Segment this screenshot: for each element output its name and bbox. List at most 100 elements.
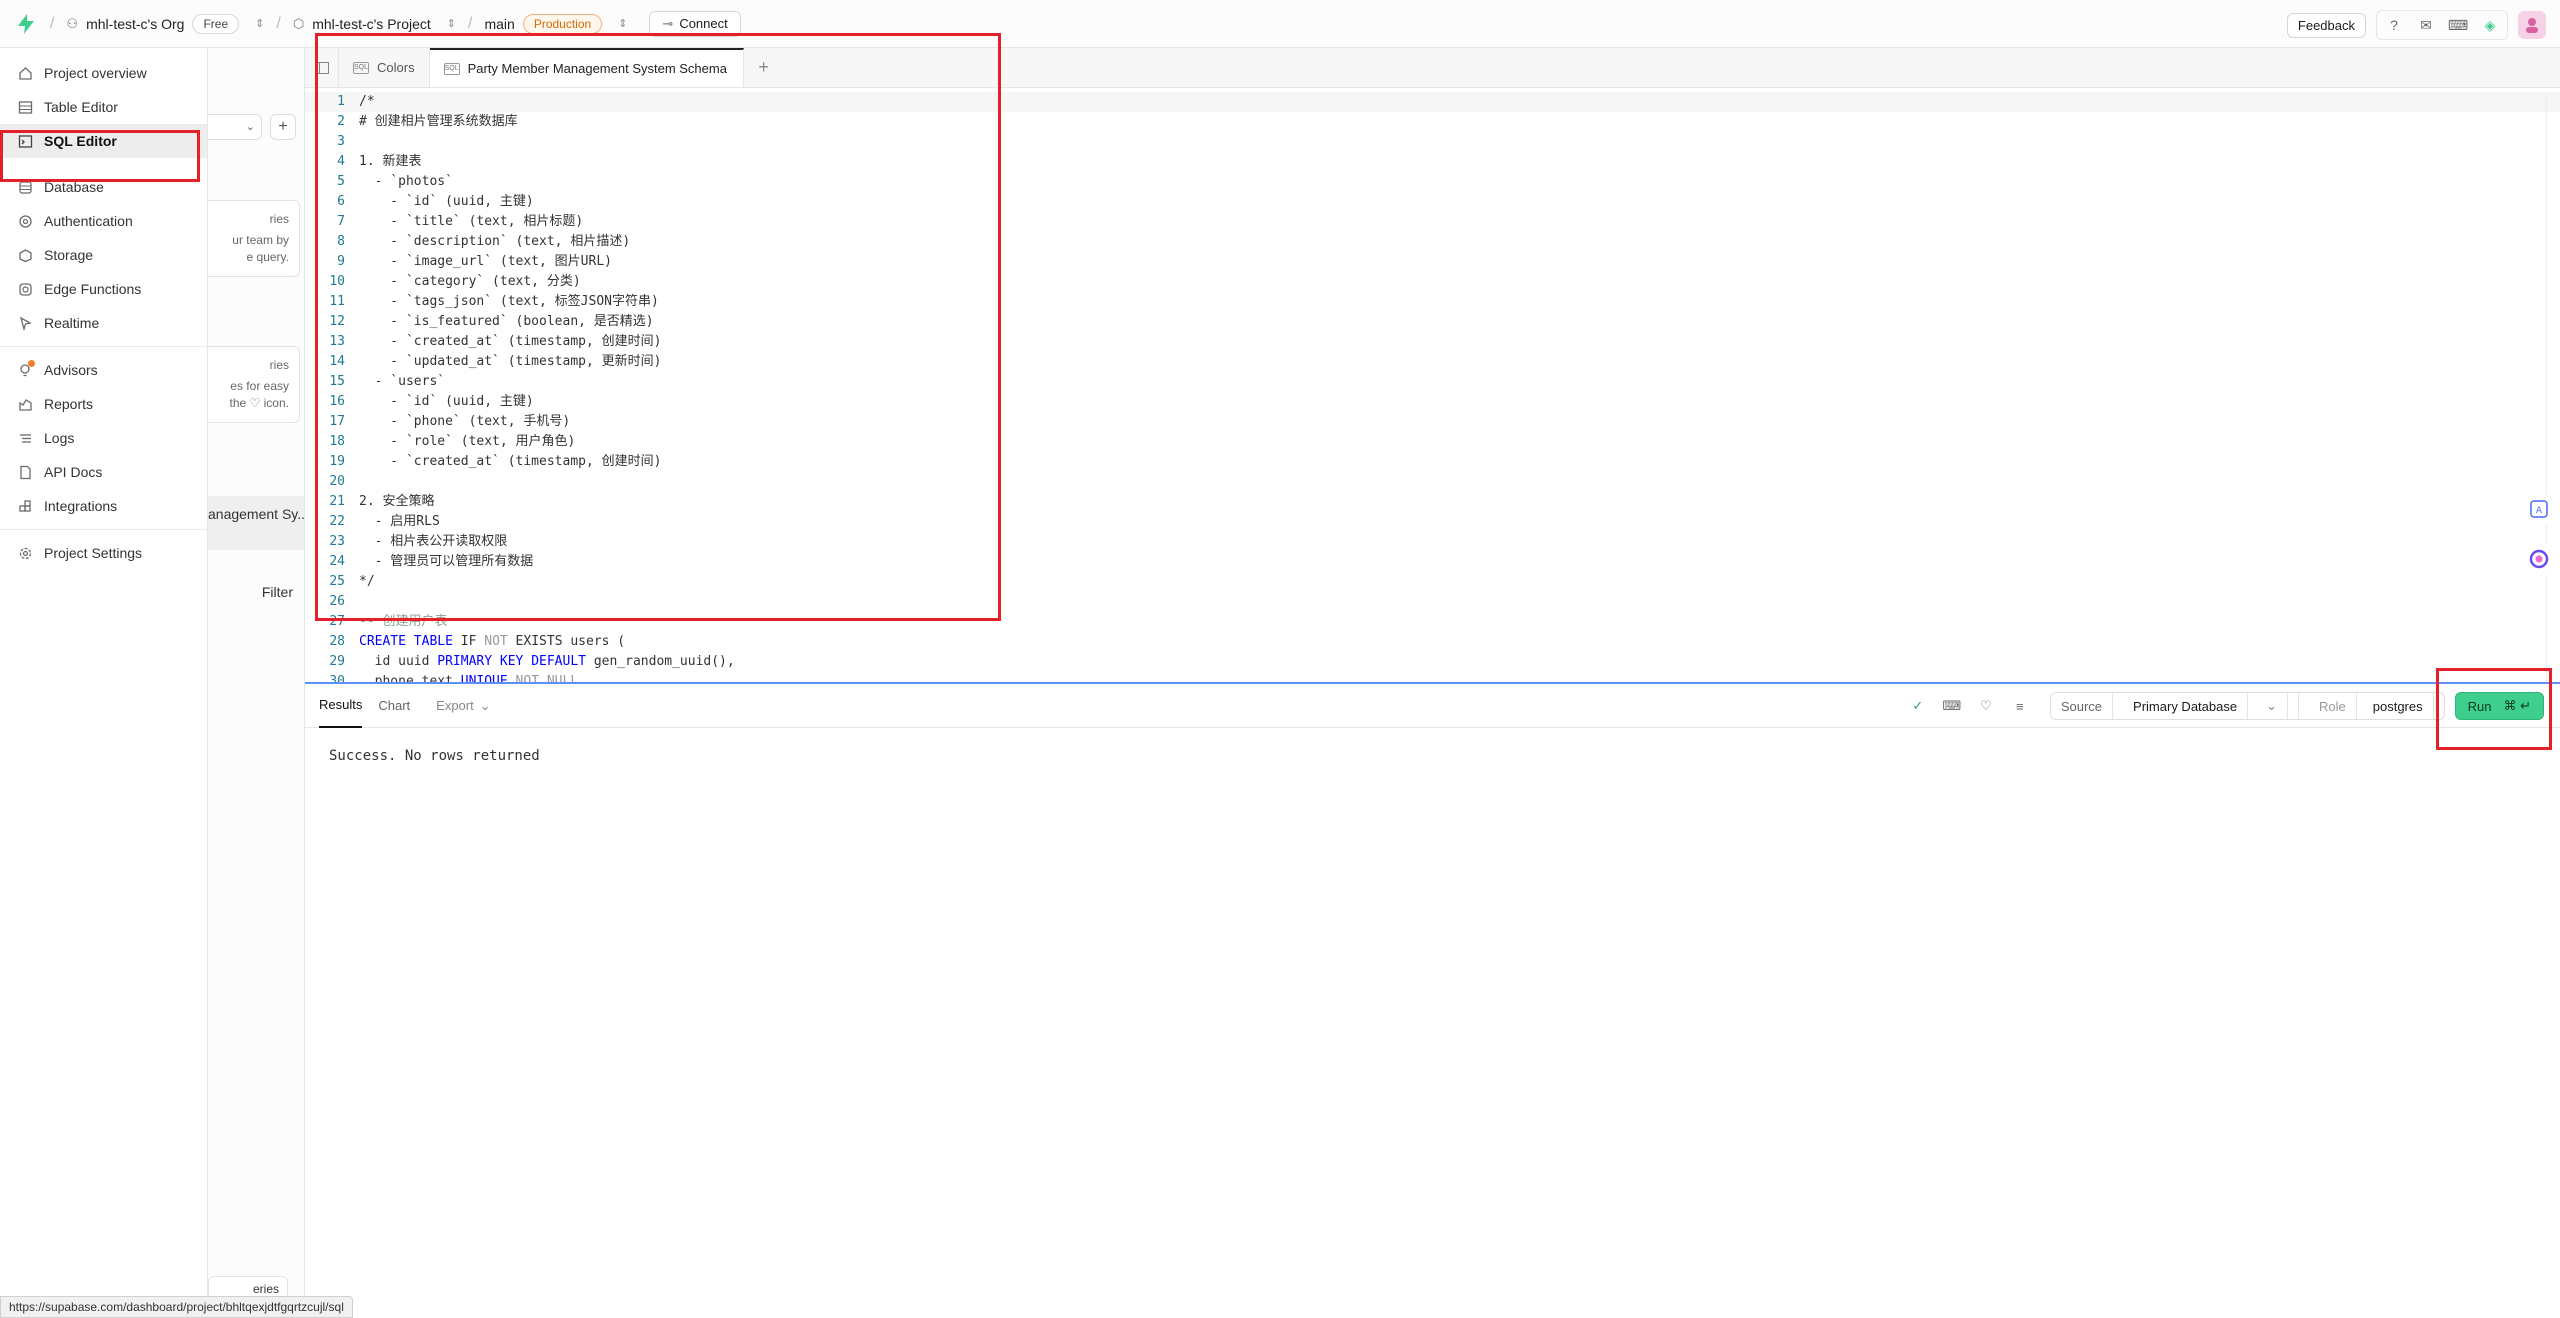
code-line: 9 - `image_url` (text, 图片URL) [337,254,612,269]
chevron-down-icon: ⌄ [2256,693,2288,719]
heart-icon[interactable]: ♡ [1974,694,1998,718]
sidebar-item-sql-editor[interactable]: SQL Editor [0,124,207,158]
sidebar-item-realtime[interactable]: Realtime [0,306,207,340]
sidebar-item-storage[interactable]: Storage [0,238,207,272]
code-line: 20 [329,474,345,489]
sidebar-item-label: Project overview [44,65,147,81]
code-line: 25 */ [329,574,375,589]
sidebar-item-project-overview[interactable]: Project overview [0,56,207,90]
run-label: Run [2467,698,2492,714]
sidebar-item-label: Storage [44,247,94,263]
sidebar-nav: Project overview Table Editor SQL Editor… [0,48,208,1318]
sql-column-line: phone text UNIQUE NOT NULL, [359,674,586,682]
tab-colors[interactable]: SQL Colors [339,48,430,87]
chevron-updown-icon[interactable]: ⇕ [618,17,627,30]
lightbulb-icon [16,360,35,379]
inbox-icon[interactable]: ✉ [2413,12,2439,38]
home-icon [16,64,34,82]
sidebar-item-advisors[interactable]: Advisors [0,353,207,387]
export-button[interactable]: Export ⌄ [436,698,490,714]
database-selector[interactable]: Primary Database ⌄ [2113,693,2299,719]
tab-chart[interactable]: Chart [378,684,410,728]
gear-icon [16,544,34,562]
add-snippet-button[interactable]: + [270,114,296,140]
branch-env-badge: Production [522,13,603,34]
editor-scrollbar[interactable] [2546,92,2560,682]
sql-file-icon: SQL [353,61,369,74]
sidebar-item-label: Advisors [44,362,98,378]
avatar[interactable] [2518,11,2546,39]
terminal-icon[interactable]: ⌨ [2445,12,2471,38]
code-line: 16 - `id` (uuid, 主键) [329,394,534,409]
add-tab-button[interactable]: + [744,48,784,87]
supabase-logo-icon[interactable] [14,12,38,36]
help-icon[interactable]: ? [2381,12,2407,38]
org-selector[interactable]: ⚇ mhl-test-c's Org Free ⇕ [66,13,264,34]
assistant-icon[interactable]: ◈ [2477,12,2503,38]
org-icon: ⚇ [66,15,79,31]
snippet-item-label: anagement Sy... [208,506,305,522]
code-icon [16,280,34,298]
sidebar-item-logs[interactable]: Logs [0,421,207,455]
filter-button[interactable]: Filter [208,584,304,600]
check-icon: ✓ [1912,698,1924,713]
results-actions: ✓ ⌨ ♡ ≡ Source Primary Database ⌄ Role pos… [1906,692,2544,720]
sidebar-item-reports[interactable]: Reports [0,387,207,421]
code-line: 15 - `users` [329,374,446,389]
sql-snippets-panel: ⌄ + ries ur team by e query. ries es for… [208,48,305,1318]
tab-party-member-schema[interactable]: SQL Party Member Management System Schem… [429,48,744,87]
sidebar-item-label: Project Settings [44,545,143,561]
sidebar-item-api-docs[interactable]: API Docs [0,455,207,489]
tab-results[interactable]: Results [319,684,363,728]
sidebar-item-label: API Docs [44,464,103,480]
project-selector[interactable]: ⬡ mhl-test-c's Project ⇕ [293,16,456,32]
sidebar-item-authentication[interactable]: Authentication [0,204,207,238]
project-name: mhl-test-c's Project [312,15,431,32]
sidebar-item-label: Realtime [44,315,100,331]
code-line: 23 - 相片表公开读取权限 [329,534,508,549]
run-button[interactable]: Run ⌘ ↵ [2454,692,2544,720]
code-line: 7 - `title` (text, 相片标题) [337,214,584,229]
database-label: Primary Database [2123,693,2249,719]
chevron-updown-icon[interactable]: ⇕ [255,17,264,30]
org-name: mhl-test-c's Org [86,15,185,32]
sidebar-item-project-settings[interactable]: Project Settings [0,536,207,570]
sidebar-item-table-editor[interactable]: Table Editor [0,90,207,124]
code-line: 17 - `phone` (text, 手机号) [329,414,571,429]
breadcrumb-separator: / [468,14,473,32]
code-line: 29 id uuid PRIMARY KEY DEFAULT gen_rando… [305,652,2560,672]
code-editor[interactable]: 1/* 2 # 创建相片管理系统数据库 3 4 1. 新建表 5 - `photos… [305,92,2560,682]
top-bar: / ⚇ mhl-test-c's Org Free ⇕ / ⬡ mhl-test… [0,0,2560,48]
sql-column-line: id uuid PRIMARY KEY DEFAULT gen_random_u… [359,654,735,669]
card-text: ries [269,358,289,372]
svg-text:A: A [2536,506,2543,516]
sql-create-line: CREATE TABLE IF NOT EXISTS users ( [359,634,626,649]
chevron-updown-icon[interactable]: ⇕ [447,17,456,30]
sql-file-icon: SQL [443,62,460,75]
feedback-button[interactable]: Feedback [2286,12,2366,38]
database-icon [16,178,34,196]
terminal-icon [16,132,34,150]
results-message: Success. No rows returned [329,748,540,764]
code-line: 5 - `photos` [337,174,453,189]
sidebar-toggle-icon[interactable] [305,48,339,87]
format-align-icon[interactable]: ≡ [2008,694,2032,718]
snippet-item-active[interactable]: anagement Sy... [208,496,305,550]
role-selector[interactable]: Role postgres [2299,693,2444,719]
code-line: 14 - `updated_at` (timestamp, 更新时间) [329,354,662,369]
run-shortcut: ⌘ ↵ [2503,698,2531,713]
sidebar-item-edge-functions[interactable]: Edge Functions [0,272,207,306]
source-selector: Source Primary Database ⌄ Role postgres [2049,692,2445,720]
chevron-down-icon: ⌄ [245,121,255,133]
project-box-icon: ⬡ [292,15,305,31]
assistant-orb-icon[interactable] [2524,544,2554,574]
code-line: 8 - `description` (text, 相片描述) [337,234,631,249]
branch-selector[interactable]: main Production ⇕ [484,13,627,34]
sidebar-item-integrations[interactable]: Integrations [0,489,207,523]
translate-icon[interactable]: A [2524,494,2554,524]
connect-label: Connect [679,16,728,31]
snippet-search-dropdown[interactable]: ⌄ [208,114,262,140]
connect-button[interactable]: ⊸ Connect [649,10,741,37]
sidebar-item-database[interactable]: Database [0,170,207,204]
keyboard-icon[interactable]: ⌨ [1940,694,1964,718]
